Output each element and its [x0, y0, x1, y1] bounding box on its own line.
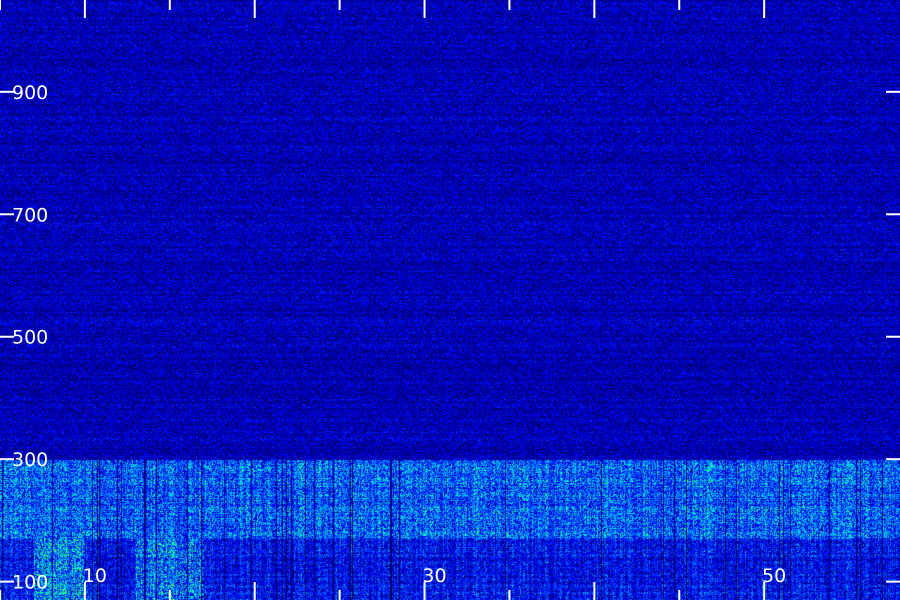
y-tick-label-900: 900 — [12, 82, 48, 104]
x-tick-label-50: 50 — [762, 565, 786, 587]
x-tick-label-30: 30 — [422, 565, 446, 587]
y-tick-label-300: 300 — [12, 449, 48, 471]
y-tick-label-700: 700 — [12, 204, 48, 226]
y-tick-label-100: 100 — [12, 572, 48, 594]
x-tick-label-10: 10 — [83, 565, 107, 587]
y-tick-label-500: 500 — [12, 327, 48, 349]
chart-axes-overlay: 10 30 50 100 300 500 700 900 — [0, 0, 900, 600]
